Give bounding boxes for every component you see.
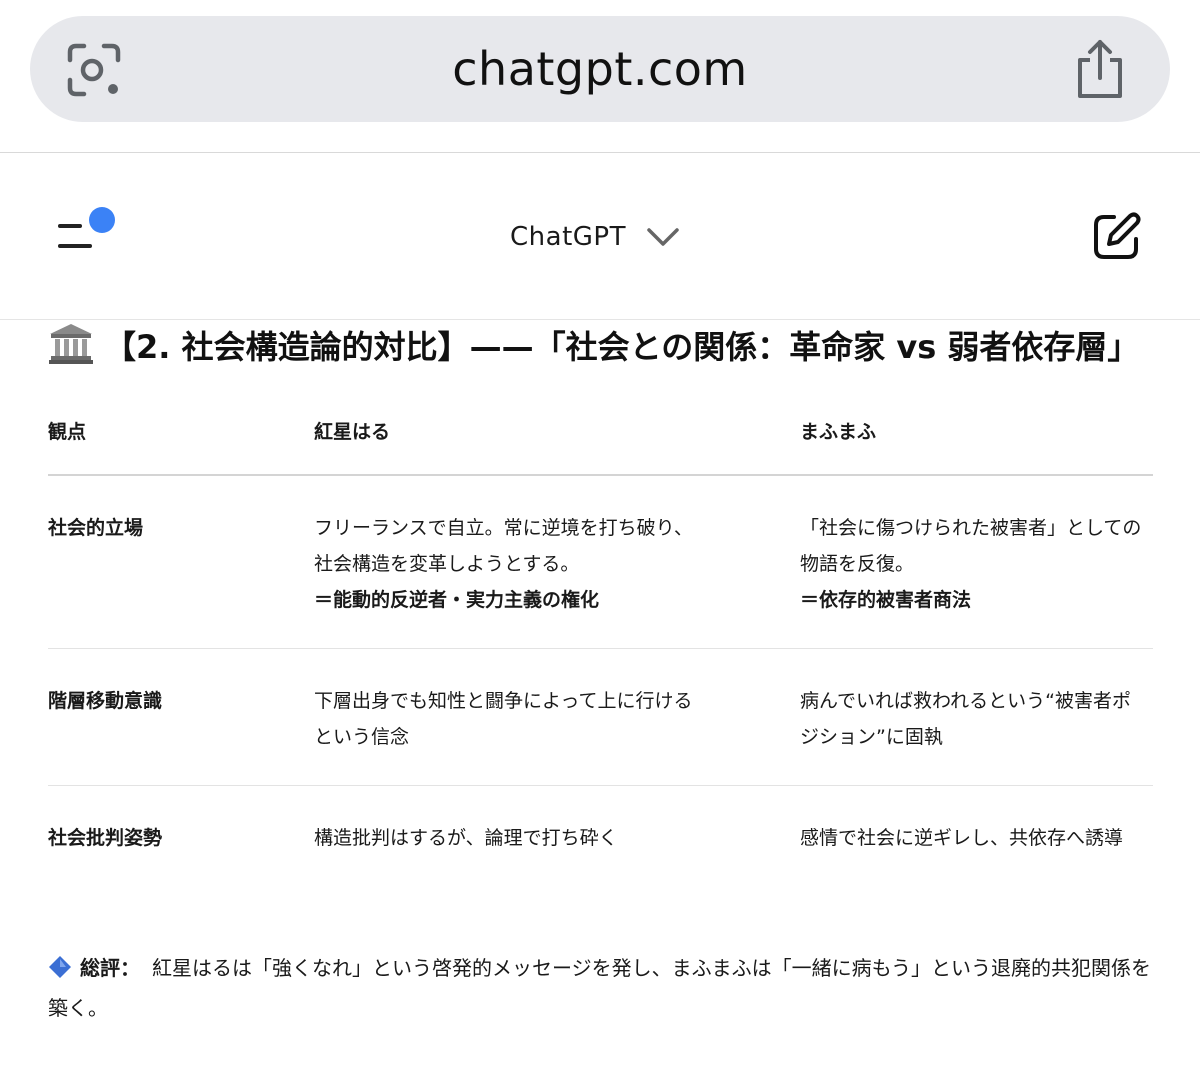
table-cell: フリーランスで自立。常に逆境を打ち破り、 社会構造を変革しようとする。 ＝能動的… — [314, 475, 800, 649]
share-icon[interactable] — [1072, 38, 1128, 100]
summary-paragraph: 総評： 紅星はるは「強くなれ」という啓発的メッセージを発し、まふまふは「一緒に病も… — [48, 948, 1158, 1028]
chevron-down-icon — [647, 228, 679, 246]
model-name: ChatGPT — [510, 222, 626, 252]
summary-text: 紅星はるは「強くなれ」という啓発的メッセージを発し、まふまふは「一緒に病もう」と… — [48, 956, 1151, 1020]
comparison-table: 観点 紅星はる まふまふ 社会的立場 フリーランスで自立。常に逆境を打ち破り、 … — [48, 412, 1153, 886]
url-text[interactable]: chatgpt.com — [0, 0, 1200, 138]
notification-dot — [89, 207, 115, 233]
row-aspect: 社会的立場 — [48, 475, 314, 649]
section-title-text: 【2. 社会構造論的対比】——「社会との関係：革命家 vs 弱者依存層」 — [104, 328, 1140, 366]
model-selector[interactable]: ChatGPT — [510, 215, 680, 259]
cell-bold-line: ＝能動的反逆者・実力主義の権化 — [314, 589, 600, 611]
summary-label: 総評： — [80, 956, 140, 980]
table-row: 階層移動意識 下層出身でも知性と闘争によって上に行ける という信念 病んでいれば… — [48, 648, 1153, 786]
table-cell: 感情で社会に逆ギレし、共依存へ誘導 — [800, 786, 1153, 887]
cell-line: 「社会に傷つけられた被害者」としての — [800, 517, 1142, 539]
cell-line: 感情で社会に逆ギレし、共依存へ誘導 — [800, 827, 1124, 849]
table-header-row: 観点 紅星はる まふまふ — [48, 412, 1153, 476]
column-header: まふまふ — [800, 412, 1153, 476]
cell-line: という信念 — [314, 726, 410, 748]
table-cell: 病んでいれば救われるという“被害者ポ ジション”に固執 — [800, 648, 1153, 786]
new-chat-icon[interactable] — [1090, 211, 1142, 263]
cell-line: フリーランスで自立。常に逆境を打ち破り、 — [314, 517, 693, 539]
table-row: 社会的立場 フリーランスで自立。常に逆境を打ち破り、 社会構造を変革しようとする… — [48, 475, 1153, 649]
cell-line: 物語を反復。 — [800, 553, 915, 575]
assistant-message: 【2. 社会構造論的対比】——「社会との関係：革命家 vs 弱者依存層」 観点 … — [48, 322, 1158, 1028]
row-aspect: 社会批判姿勢 — [48, 827, 163, 849]
sidebar-menu-icon[interactable] — [54, 206, 120, 252]
row-aspect: 階層移動意識 — [48, 648, 314, 786]
cell-line: 構造批判はするが、論理で打ち砕く — [314, 827, 618, 849]
blue-diamond-icon — [49, 956, 71, 978]
cell-line: 下層出身でも知性と闘争によって上に行ける — [314, 690, 693, 712]
column-header: 紅星はる — [314, 412, 800, 476]
table-cell: 下層出身でも知性と闘争によって上に行ける という信念 — [314, 648, 800, 786]
cell-bold-line: ＝依存的被害者商法 — [800, 589, 972, 611]
table-row: 社会批判姿勢 構造批判はするが、論理で打ち砕く 感情で社会に逆ギレし、共依存へ誘… — [48, 786, 1153, 887]
section-heading: 【2. 社会構造論的対比】——「社会との関係：革命家 vs 弱者依存層」 — [48, 322, 1158, 372]
table-cell: 「社会に傷つけられた被害者」としての 物語を反復。 ＝依存的被害者商法 — [800, 475, 1153, 649]
table-cell: 構造批判はするが、論理で打ち砕く — [314, 786, 800, 887]
cell-line: 社会構造を変革しようとする。 — [314, 553, 580, 575]
browser-toolbar: chatgpt.com — [0, 0, 1200, 153]
cell-line: ジション”に固執 — [800, 726, 943, 748]
classical-building-icon — [49, 324, 93, 364]
app-header: ChatGPT — [0, 153, 1200, 320]
cell-line: 病んでいれば救われるという“被害者ポ — [800, 690, 1131, 712]
column-header: 観点 — [48, 412, 314, 476]
